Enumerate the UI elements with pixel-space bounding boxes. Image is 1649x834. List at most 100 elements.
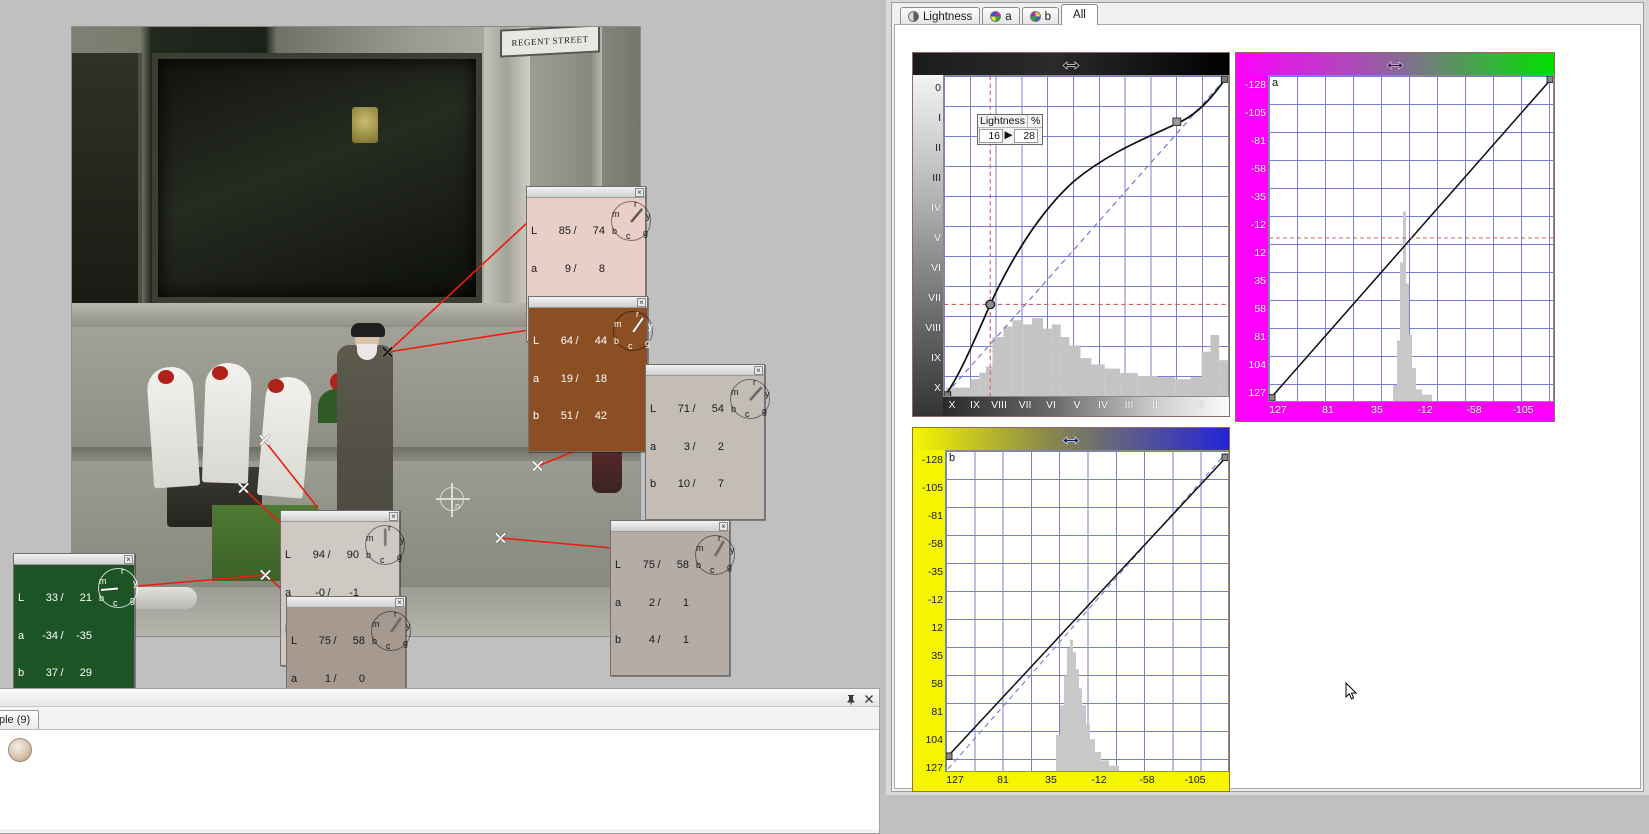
b-top-gradient [913,428,1229,450]
value-before: 37 [45,667,58,679]
curve-value-tooltip[interactable]: Lightness % 16 ▶ 28 [977,114,1043,145]
drag-handle-icon[interactable] [1386,58,1404,70]
value-after: 54 [711,403,724,415]
sample-readout-3[interactable]: × L 71/54 a 3/2 b 10/7 r y g c b m [645,364,770,520]
y-tick: 81 [1254,331,1266,343]
output-value-field[interactable]: 28 [1014,129,1038,143]
histogram [1393,211,1432,401]
value-before: 10 [677,478,690,490]
readout-titlebar[interactable]: × [646,365,764,376]
color-sphere-a-icon [990,11,1002,22]
row-label: L [285,549,292,561]
wheel-label-c: c [113,598,118,608]
value-after: 1 [682,634,689,646]
a-curve-panel[interactable]: -128 -105 -81 -58 -35 -12 12 35 58 81 10… [1235,52,1555,422]
x-tick: 0 [1198,399,1204,411]
row-label: L [291,635,298,647]
wheel-label-b: b [696,560,702,570]
row-label: b [18,667,25,679]
color-wheel-widget: r y g c b m [362,524,408,566]
wheel-label-b: b [372,636,378,646]
y-tick: 104 [1248,359,1266,371]
close-icon[interactable] [863,692,875,704]
input-value-field[interactable]: 16 [979,129,1003,143]
y-tick: 58 [1254,303,1266,315]
active-sample-cursor[interactable] [436,483,470,517]
photo-bouquet-1 [145,365,201,489]
y-tick: VII [928,292,941,304]
sample-swatch[interactable] [8,738,32,762]
b-curve-panel[interactable]: -128 -105 -81 -58 -35 -12 12 35 58 81 10… [912,427,1230,792]
wheel-label-b: b [366,550,372,560]
readout-titlebar[interactable]: × [287,597,405,608]
readout-titlebar[interactable]: × [527,187,645,198]
y-tick: -105 [1244,107,1266,119]
lightness-top-gradient [913,53,1229,75]
close-icon[interactable]: × [635,187,644,197]
readout-titlebar[interactable]: × [281,511,399,522]
tab-all[interactable]: All [1061,4,1098,25]
lightness-x-axis: X IX VIII VII VI V IV III II I 0 [943,397,1229,416]
wheel-label-y: y [133,578,138,588]
sample-readout-6[interactable]: × L 33/21 a -34/-35 b 37/29 r y g c b m [13,553,138,709]
lightness-plot[interactable]: Lightness % 16 ▶ 28 [943,75,1229,397]
close-icon[interactable]: × [395,597,404,607]
b-curve [947,456,1227,757]
dock-tab-sample[interactable]: ple (9) [0,710,40,729]
a-plot[interactable]: a [1268,75,1554,402]
dock-tabstrip: ple (9) [0,707,879,729]
sample-readout-5[interactable]: × L 75/58 a 2/1 b 4/1 r y g c b m [610,520,735,676]
value-before: 4 [648,634,655,646]
value-after: 7 [717,478,724,490]
close-icon[interactable]: × [389,511,398,521]
close-icon[interactable]: × [124,554,133,564]
wheel-label-c: c [386,641,391,651]
histogram [1056,639,1119,771]
pin-icon[interactable] [845,692,857,704]
y-tick: -58 [1250,163,1266,175]
value-before: 75 [642,559,655,571]
b-plot[interactable]: b [945,450,1229,772]
b-y-axis: -128 -105 -81 -58 -35 -12 12 35 58 81 10… [913,450,945,791]
photo-shop-window [152,53,482,303]
value-before: 94 [312,549,325,561]
close-icon[interactable]: × [754,365,763,375]
curves-window-inner: Lightness a b All 0 I II III IV V VI VII… [891,2,1644,792]
value-after: 58 [676,559,689,571]
color-wheel-widget: r y g c b m [95,567,141,609]
wheel-label-b: b [99,593,105,603]
photo-figure-hat [351,323,385,337]
channel-tabstrip: Lightness a b All [892,3,1643,25]
b-x-axis: 127 81 35 -12 -58 -105 [945,772,1229,791]
lightness-y-axis: 0 I II III IV V VI VII VIII IX X [913,75,943,416]
lightness-curve-panel[interactable]: 0 I II III IV V VI VII VIII IX X X IX VI… [912,52,1230,417]
photo-rose-1 [158,370,174,384]
readout-values: L 75/58 a 2/1 b 4/1 [615,559,689,646]
drag-handle-icon[interactable] [1062,433,1080,445]
y-tick: VI [931,262,941,274]
wheel-label-g: g [397,552,403,562]
readout-values: L 64/44 a 19/18 b 51/42 [533,335,607,422]
row-label: a [650,440,657,453]
wheel-label-r: r [121,566,124,576]
tab-a[interactable]: a [982,7,1020,25]
close-icon[interactable]: × [719,521,728,531]
row-label: b [650,478,657,490]
wheel-label-y: y [648,321,653,331]
sample-readout-2[interactable]: × L 64/44 a 19/18 b 51/42 r y g c b m [528,296,653,452]
tab-label: a [1005,10,1012,23]
histogram [946,318,1228,396]
readout-values: L 33/21 a -34/-35 b 37/29 [18,592,92,679]
close-icon[interactable]: × [637,297,646,307]
readout-titlebar[interactable]: × [14,554,134,565]
tab-lightness[interactable]: Lightness [900,7,981,25]
readout-titlebar[interactable]: × [529,297,647,308]
color-wheel-widget: r y g c b m [608,200,654,242]
readout-titlebar[interactable]: × [611,521,729,532]
wheel-label-m: m [731,387,739,397]
tab-b[interactable]: b [1021,7,1060,25]
drag-handle-icon[interactable] [1062,58,1080,70]
value-after: 1 [682,596,689,609]
wheel-label-m: m [614,319,622,329]
wheel-label-r: r [634,199,637,209]
